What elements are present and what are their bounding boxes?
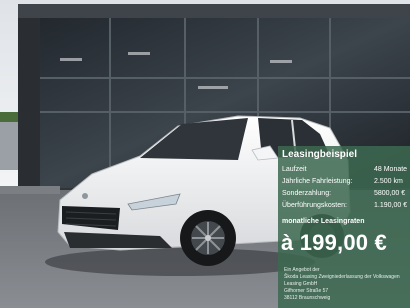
offer-title: Leasingbeispiel	[282, 149, 358, 160]
fine-print-line: Leasing GmbH	[284, 281, 318, 287]
offer-row-value: 5800,00 €	[374, 190, 406, 197]
offer-row-value: 1.190,00 €	[374, 202, 408, 209]
fine-print-line: Škoda Leasing Zweigniederlassung der Vol…	[284, 274, 400, 280]
offer-row-label: Jährliche Fahrleistung:	[282, 178, 353, 185]
monthly-rate-label: monatliche Leasingraten	[282, 218, 365, 225]
offer-row-term: Laufzeit 48 Monate	[282, 166, 410, 176]
ad-image: Leasingbeispiel Laufzeit 48 Monate Jährl…	[0, 0, 410, 308]
offer-row-downpayment: Sonderzahlung: 5800,00 €	[282, 190, 410, 200]
offer-row-label: Laufzeit	[282, 166, 307, 173]
fine-print-line: Ein Angebot der	[284, 267, 320, 273]
monthly-price: à 199,00 €	[281, 230, 387, 255]
fine-print-line: Gifhorner Straße 57	[284, 288, 329, 294]
fine-print-line: 38112 Braunschweig	[284, 295, 331, 301]
leasing-offer-panel: Leasingbeispiel Laufzeit 48 Monate Jährl…	[278, 146, 410, 308]
fine-print: Ein Angebot der Škoda Leasing Zweigniede…	[284, 267, 410, 302]
offer-row-value: 48 Monate	[374, 166, 408, 173]
offer-row-label: Sonderzahlung:	[282, 190, 332, 197]
offer-row-value: 2.500 km	[374, 178, 403, 185]
offer-row-mileage: Jährliche Fahrleistung: 2.500 km	[282, 178, 410, 188]
offer-row-transfer-costs: Überführungskosten: 1.190,00 €	[282, 202, 410, 212]
offer-row-label: Überführungskosten:	[282, 202, 347, 209]
